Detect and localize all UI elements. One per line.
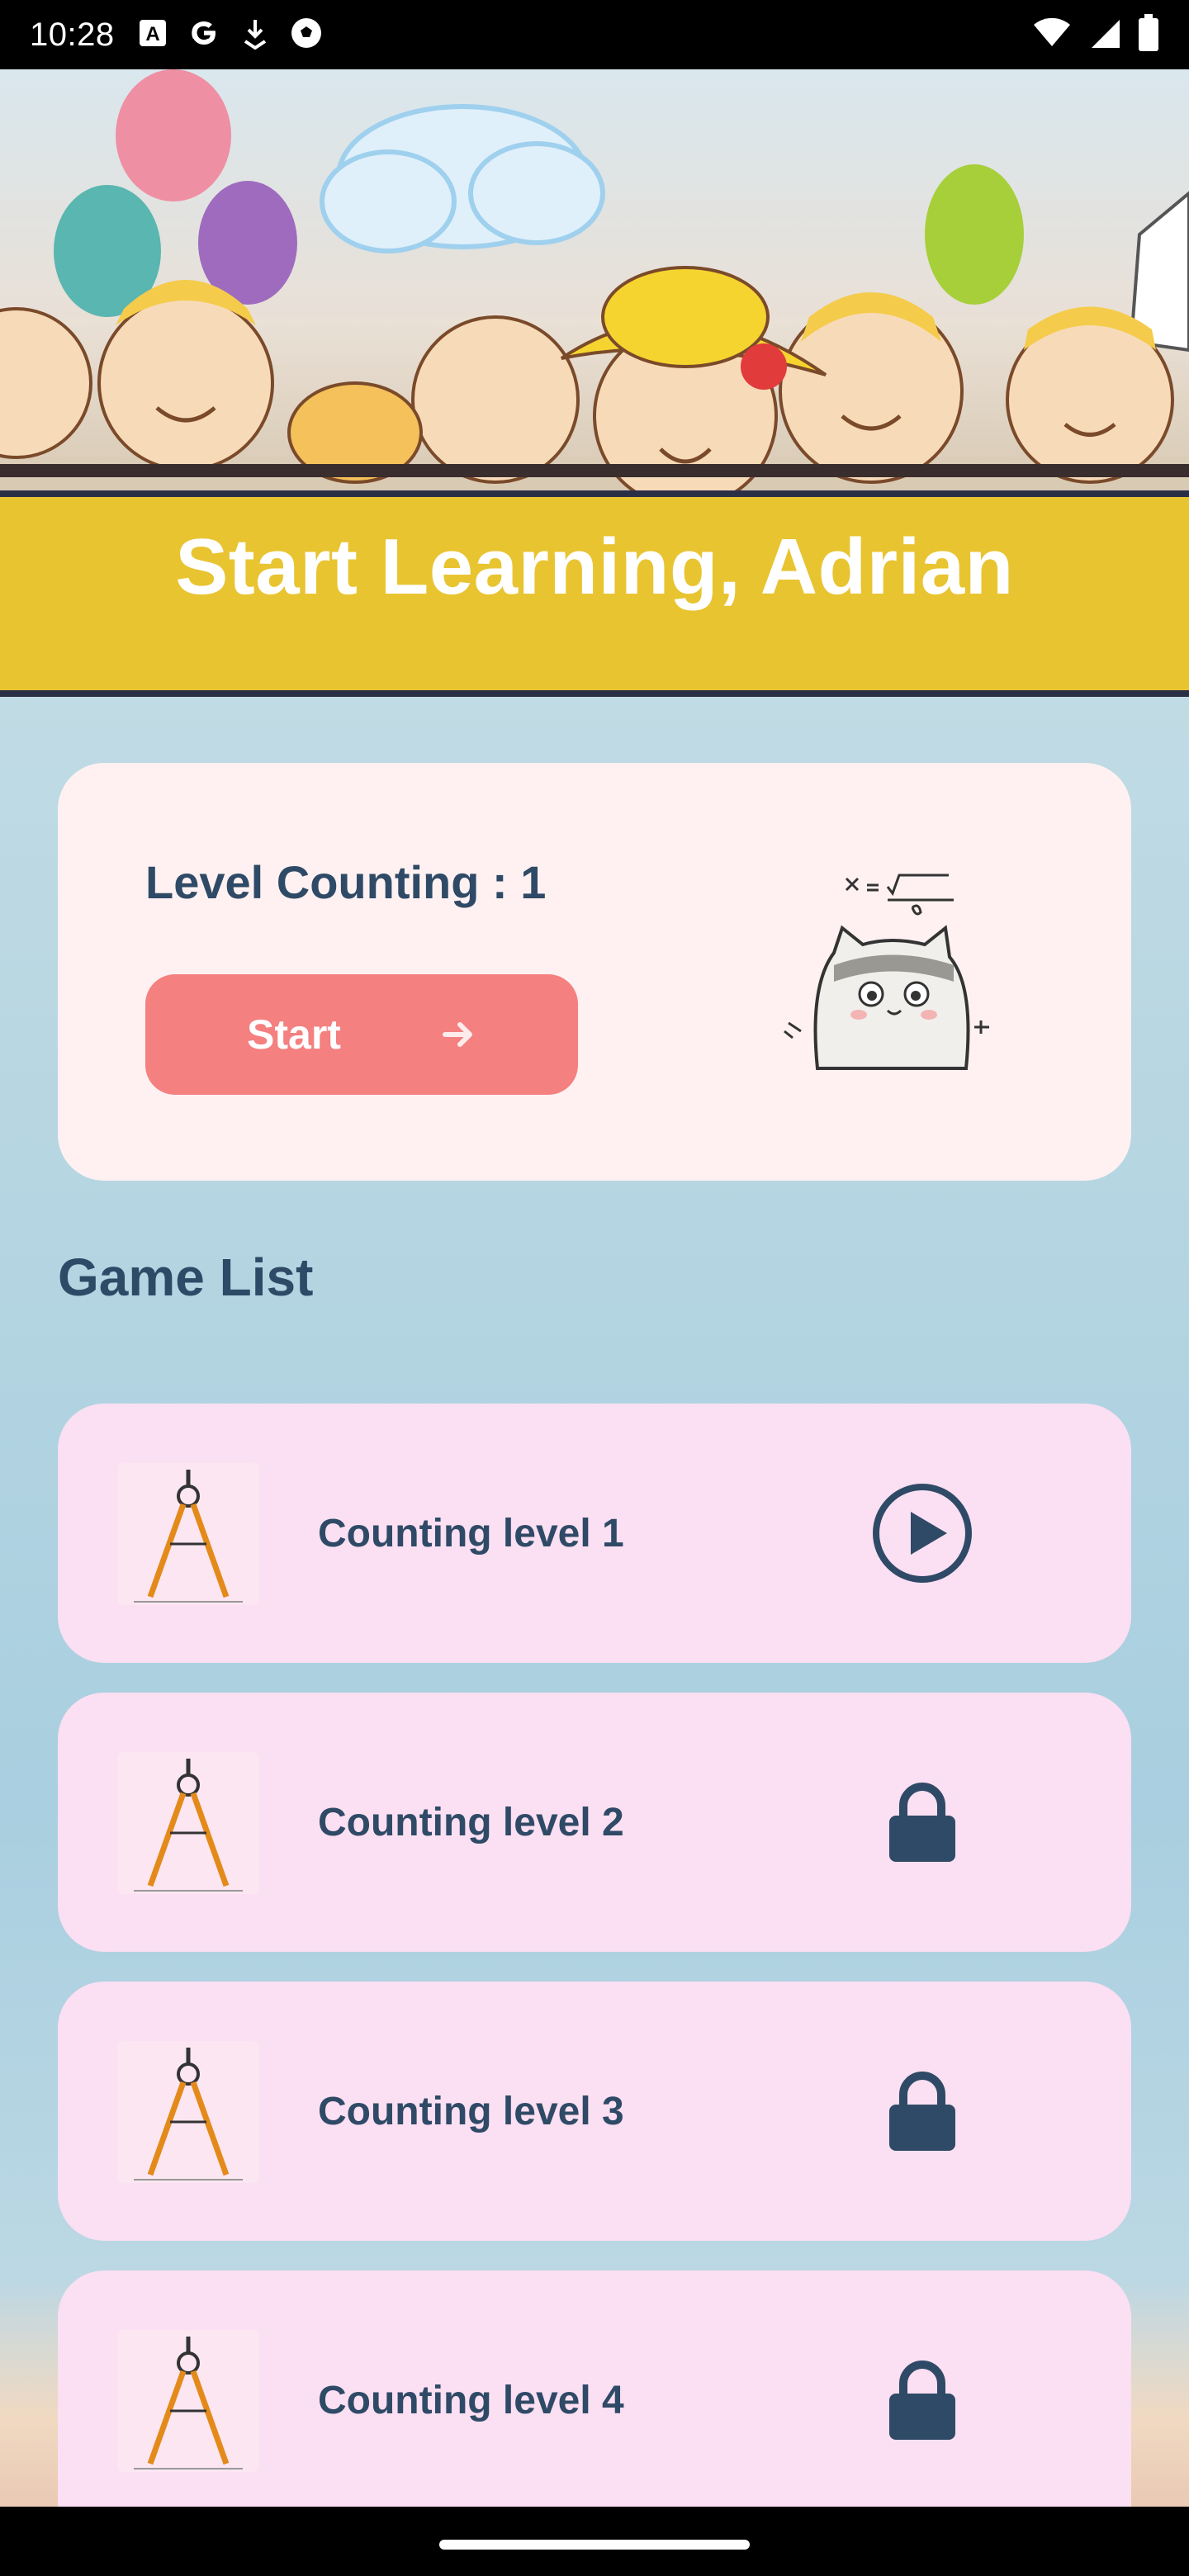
compass-icon xyxy=(117,1463,259,1605)
greeting-banner: Start Learning, Adrian xyxy=(0,490,1189,697)
download-icon xyxy=(240,17,270,54)
compass-icon xyxy=(117,2330,259,2472)
status-bar: 10:28 A xyxy=(0,0,1189,69)
home-gesture-handle[interactable] xyxy=(439,2540,750,2550)
game-item-label: Counting level 4 xyxy=(318,2378,624,2422)
current-level-title: Level Counting : 1 xyxy=(145,856,547,908)
game-item-label: Counting level 3 xyxy=(318,2089,624,2133)
status-time: 10:28 xyxy=(30,16,115,53)
play-icon[interactable] xyxy=(867,1478,978,1589)
greeting-title: Start Learning, Adrian xyxy=(175,523,1014,611)
hero-illustration xyxy=(0,69,1189,490)
cat-math-illustration xyxy=(784,874,989,1070)
game-item-counting-level-3[interactable]: Counting level 3 xyxy=(58,1982,1131,2241)
game-item-counting-level-1[interactable]: Counting level 1 xyxy=(58,1404,1131,1663)
game-list-title: Game List xyxy=(58,1248,314,1307)
game-item-counting-level-4[interactable]: Counting level 4 xyxy=(58,2271,1131,2510)
arrow-right-icon xyxy=(442,1022,472,1047)
wifi-icon xyxy=(1032,17,1072,54)
compass-icon xyxy=(117,2041,259,2183)
signal-icon xyxy=(1088,17,1121,54)
start-button-label: Start xyxy=(247,1011,341,1058)
a-box-icon: A xyxy=(138,18,168,52)
google-icon xyxy=(186,15,222,55)
lock-icon xyxy=(867,2056,978,2166)
battery-icon xyxy=(1138,13,1159,56)
game-item-counting-level-2[interactable]: Counting level 2 xyxy=(58,1693,1131,1952)
svg-text:A: A xyxy=(145,23,159,45)
compass-icon xyxy=(117,1752,259,1894)
game-item-label: Counting level 1 xyxy=(318,1511,624,1556)
start-button[interactable]: Start xyxy=(145,974,578,1095)
soccer-icon xyxy=(288,15,324,55)
lock-icon xyxy=(867,2345,978,2455)
lock-icon xyxy=(867,1767,978,1878)
current-level-card: Level Counting : 1 Start xyxy=(58,763,1131,1181)
game-item-label: Counting level 2 xyxy=(318,1800,624,1844)
